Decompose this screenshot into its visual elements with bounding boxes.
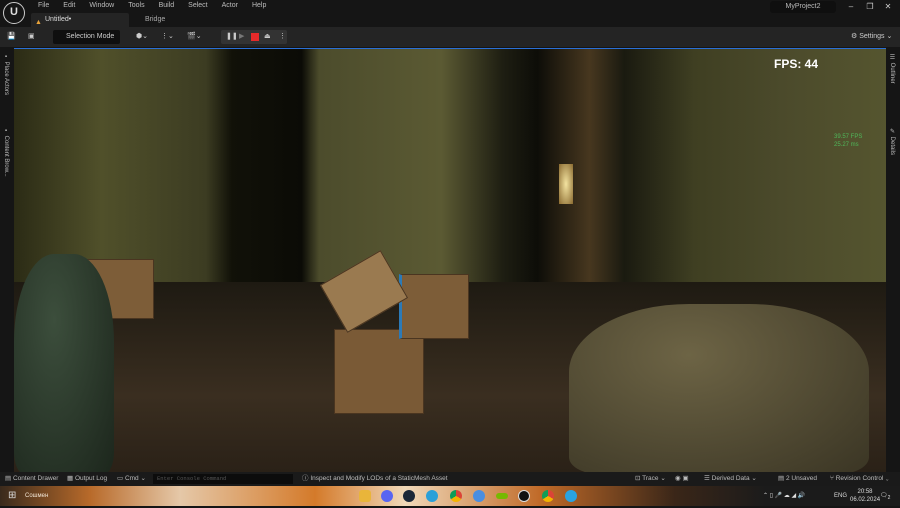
menu-window[interactable]: Window <box>82 1 121 11</box>
output-log-label: Output Log <box>74 475 108 482</box>
hint-label: Inspect and Modify LODs of a StaticMesh … <box>310 475 448 482</box>
notifications-icon[interactable]: 🗨2 <box>880 486 890 508</box>
unreal-logo[interactable]: U <box>3 2 25 24</box>
details-tab[interactable]: ✎ Details <box>889 128 896 155</box>
cinematics-icon[interactable]: 🎬⌄ <box>187 30 202 44</box>
content-drawer-label: Content Drawer <box>12 475 59 482</box>
settings-button[interactable]: ⚙ Settings ⌄ <box>851 30 892 44</box>
menu-edit[interactable]: Edit <box>56 1 82 11</box>
selection-mode-dropdown[interactable]: Selection Mode ⌄ <box>53 30 120 54</box>
details-label: Details <box>889 136 895 156</box>
clock[interactable]: 20:58 06.02.2024 <box>850 488 880 504</box>
menu-bar: File Edit Window Tools Build Select Acto… <box>31 1 273 11</box>
notification-count: 2 <box>887 495 891 502</box>
tarp-covered-object <box>14 254 114 472</box>
save-icon[interactable]: 💾 <box>7 30 16 44</box>
skip-frame-icon[interactable]: ▶ <box>239 30 244 44</box>
main-toolbar: 💾 ▣ Selection Mode ⌄ ⬢⌄ ⋮⌄ 🎬⌄ ❚❚ ▶ ⏏ ⋮ ⚙… <box>0 27 900 54</box>
content-drawer-button[interactable]: ▤ Content Drawer <box>5 472 58 486</box>
language-indicator[interactable]: ENG <box>834 486 847 506</box>
unsaved-button[interactable]: ▤ 2 Unsaved <box>778 472 817 486</box>
level-viewport[interactable]: FPS: 44 39.57 FPS 25.27 ms <box>14 48 886 472</box>
sandbag <box>569 304 869 472</box>
taskbar-search[interactable]: Сошмен <box>25 486 48 506</box>
chrome-icon[interactable] <box>450 490 462 502</box>
left-side-panel: ▪ Place Actors ▪ Content Brow... <box>0 48 14 472</box>
edge-icon[interactable] <box>426 490 438 502</box>
add-actor-icon[interactable]: ⬢⌄ <box>136 30 148 44</box>
trace-button[interactable]: ⊡ Trace ⌄ <box>635 472 666 486</box>
stop-icon[interactable] <box>251 33 259 41</box>
title-bar: U File Edit Window Tools Build Select Ac… <box>0 0 900 27</box>
derived-data-label: Derived Data <box>711 475 750 482</box>
menu-file[interactable]: File <box>31 1 56 11</box>
close-button[interactable]: ✕ <box>880 1 896 13</box>
date: 06.02.2024 <box>850 497 881 503</box>
play-controls: ❚❚ ▶ ⏏ ⋮ <box>221 30 287 44</box>
windows-start-icon[interactable]: ⊞ <box>8 486 16 506</box>
eject-icon[interactable]: ⏏ <box>264 30 271 44</box>
menu-select[interactable]: Select <box>181 1 214 11</box>
nvidia-icon[interactable] <box>496 493 508 499</box>
mode-label: Selection Mode <box>66 33 115 40</box>
status-bar: ▤ Content Drawer ▦ Output Log ▭ Cmd ⌄ En… <box>0 472 900 486</box>
derived-data-button[interactable]: ☰ Derived Data ⌄ <box>704 472 757 486</box>
menu-tools[interactable]: Tools <box>121 1 151 11</box>
stat-fps: 39.57 FPS 25.27 ms <box>834 133 862 149</box>
windows-taskbar: ⊞ Сошмен ⌃ ▯ 🎤 ☁ ◢ 🔊 ENG 20:58 06.02.2024… <box>0 486 900 506</box>
tab-bridge[interactable]: Bridge <box>145 13 165 27</box>
console-input[interactable]: Enter Console Command <box>153 474 293 484</box>
more-icon[interactable]: ⋮ <box>279 30 286 44</box>
revision-control-button[interactable]: ⑂ Revision Control ⌄ <box>830 472 889 486</box>
output-log-button[interactable]: ▦ Output Log <box>67 472 107 486</box>
content-browser-tab[interactable]: ▪ Content Brow... <box>3 128 9 177</box>
unreal-engine-icon[interactable] <box>518 490 530 502</box>
app-icon[interactable] <box>473 490 485 502</box>
source-control-icon[interactable]: ▣ <box>28 30 35 44</box>
right-side-panel: ☰ Outliner ✎ Details <box>886 48 900 472</box>
stat-fps-value: 39.57 FPS <box>834 134 863 140</box>
chrome-alt-icon[interactable] <box>542 490 554 502</box>
menu-actor[interactable]: Actor <box>215 1 245 11</box>
minimize-button[interactable]: – <box>843 1 859 13</box>
time: 20:58 <box>857 489 873 495</box>
fps-counter: FPS: 44 <box>773 57 818 71</box>
cardboard-box <box>399 274 469 339</box>
settings-label: Settings <box>859 33 885 40</box>
gear-icon: ⚙ <box>851 33 858 40</box>
menu-help[interactable]: Help <box>245 1 273 11</box>
cmd-dropdown[interactable]: ▭ Cmd ⌄ <box>117 472 146 486</box>
outliner-tab[interactable]: ☰ Outliner <box>889 54 896 84</box>
menu-build[interactable]: Build <box>152 1 182 11</box>
content-browser-label: Content Brow... <box>3 135 9 177</box>
tab-untitled[interactable]: ▲ Untitled• <box>31 13 129 27</box>
tab-label: Untitled• <box>45 16 72 23</box>
cardboard-box <box>334 329 424 414</box>
record-icon[interactable]: ◉ ▣ <box>675 472 689 486</box>
telegram-icon[interactable] <box>565 490 577 502</box>
tray-icons[interactable]: ⌃ ▯ 🎤 ☁ ◢ 🔊 <box>763 486 805 506</box>
place-actors-tab[interactable]: ▪ Place Actors <box>3 54 9 95</box>
lamp <box>559 164 573 204</box>
revision-control-label: Revision Control <box>835 475 884 482</box>
outliner-label: Outliner <box>889 62 895 84</box>
cmd-label: Cmd <box>124 475 139 482</box>
project-name: MyProject2 <box>770 1 836 13</box>
blueprint-icon[interactable]: ⋮⌄ <box>161 30 174 44</box>
stat-ms-value: 25.27 ms <box>834 142 859 148</box>
trace-label: Trace <box>642 475 659 482</box>
discord-icon[interactable] <box>381 490 393 502</box>
restore-button[interactable]: ❐ <box>862 1 878 13</box>
unsaved-label: 2 Unsaved <box>785 475 818 482</box>
place-actors-label: Place Actors <box>3 61 9 96</box>
file-explorer-icon[interactable] <box>359 490 371 502</box>
hint-text: ⓘ Inspect and Modify LODs of a StaticMes… <box>302 475 448 482</box>
pause-icon[interactable]: ❚❚ <box>226 30 238 44</box>
steam-icon[interactable] <box>403 490 415 502</box>
